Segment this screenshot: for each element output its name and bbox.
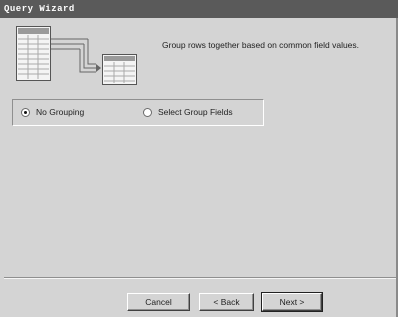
no-grouping-label: No Grouping bbox=[36, 107, 85, 117]
cancel-button[interactable]: Cancel bbox=[127, 293, 190, 311]
back-button[interactable]: < Back bbox=[199, 293, 254, 311]
query-wizard-window: Query Wizard Group rows together based o… bbox=[0, 0, 398, 317]
title-bar[interactable]: Query Wizard bbox=[0, 0, 398, 18]
window-title: Query Wizard bbox=[4, 4, 75, 14]
next-button[interactable]: Next > bbox=[261, 292, 323, 312]
grouping-options-group: No Grouping Select Group Fields bbox=[12, 99, 264, 126]
radio-selected-icon bbox=[21, 107, 30, 117]
select-group-fields-radio[interactable]: Select Group Fields bbox=[143, 107, 233, 117]
grouping-illustration-icon bbox=[16, 26, 141, 88]
footer-separator bbox=[4, 277, 396, 279]
radio-unselected-icon bbox=[143, 107, 152, 117]
wizard-description: Group rows together based on common fiel… bbox=[162, 40, 360, 50]
no-grouping-radio[interactable]: No Grouping bbox=[21, 107, 84, 117]
select-group-fields-label: Select Group Fields bbox=[158, 107, 233, 117]
